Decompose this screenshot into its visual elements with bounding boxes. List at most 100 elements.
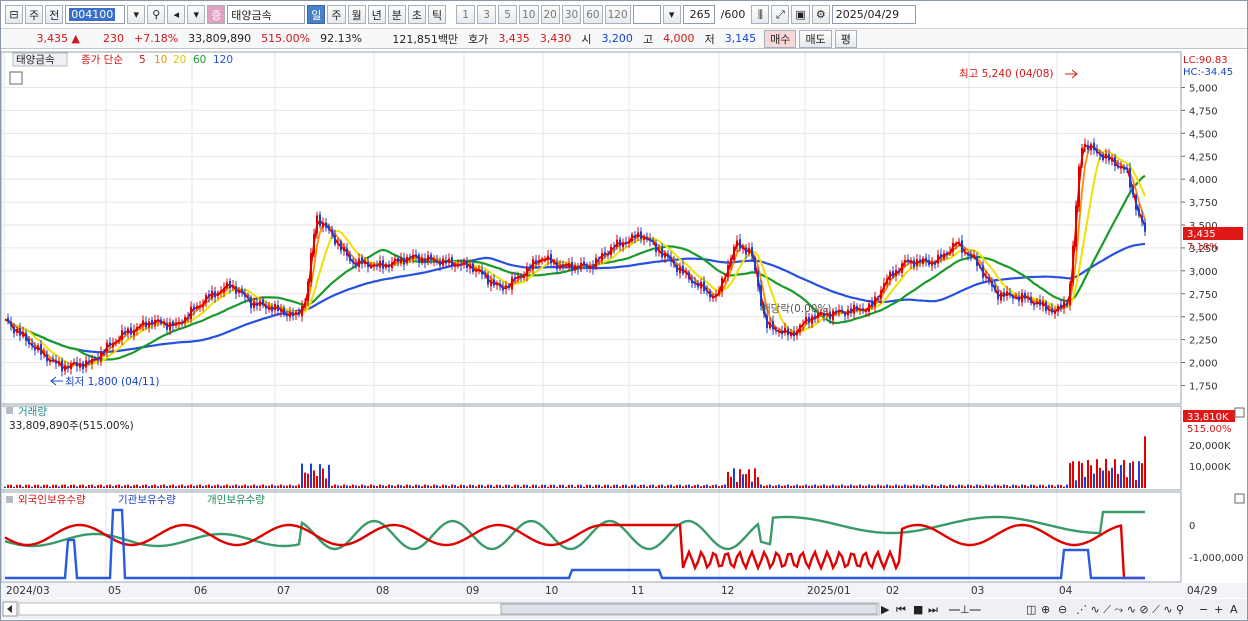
volume-bar bbox=[712, 485, 714, 488]
volume-close-icon[interactable] bbox=[1234, 407, 1245, 418]
zoom-fit-icon[interactable]: ◫ bbox=[1026, 603, 1036, 616]
candle-body bbox=[628, 240, 630, 243]
candle-body bbox=[1024, 292, 1026, 299]
candle-body bbox=[667, 254, 669, 258]
volume-bar bbox=[400, 485, 402, 488]
mode-select[interactable]: 주 bbox=[25, 5, 44, 24]
period-second-tab[interactable]: 초 bbox=[407, 5, 426, 24]
candle-body bbox=[106, 342, 108, 352]
candle-body bbox=[163, 322, 165, 324]
volume-bar bbox=[700, 486, 702, 488]
candle-body bbox=[679, 266, 681, 274]
stock-chart[interactable]: 5,0004,7504,5004,2504,0003,7503,5003,250… bbox=[1, 50, 1247, 620]
interval-custom-input[interactable] bbox=[632, 5, 661, 24]
candle-body bbox=[478, 269, 480, 272]
volume-bar bbox=[994, 484, 996, 488]
candle-body bbox=[157, 320, 159, 322]
plus-icon[interactable]: + bbox=[1214, 603, 1223, 616]
scroll-thumb[interactable] bbox=[500, 603, 878, 615]
interval-60[interactable]: 60 bbox=[583, 5, 603, 24]
interval-dropdown-icon[interactable]: ▾ bbox=[662, 5, 681, 24]
candle-body bbox=[439, 260, 441, 266]
candle-body bbox=[460, 263, 462, 266]
candle-body bbox=[307, 281, 309, 302]
settings-gear-icon[interactable]: ⚙ bbox=[811, 5, 830, 24]
stop-icon[interactable]: ■ bbox=[913, 603, 923, 616]
search-icon[interactable]: ⚲ bbox=[147, 5, 166, 24]
candle-body bbox=[505, 285, 507, 290]
code-dropdown-icon[interactable]: ▾ bbox=[127, 5, 146, 24]
interval-10[interactable]: 10 bbox=[519, 5, 539, 24]
period-tick-tab[interactable]: 틱 bbox=[428, 5, 447, 24]
count-input[interactable]: 265 bbox=[682, 5, 715, 24]
volume-bar bbox=[379, 484, 381, 488]
rewind-icon[interactable]: ⏮ bbox=[896, 603, 906, 616]
candle-body bbox=[991, 280, 993, 287]
interval-120[interactable]: 120 bbox=[604, 5, 631, 24]
volume-bar bbox=[895, 484, 897, 488]
volume-bar bbox=[274, 485, 276, 488]
volume-bar bbox=[85, 486, 87, 488]
volume-bar bbox=[265, 485, 267, 488]
zoom-out-icon[interactable]: ⊖ bbox=[1058, 603, 1067, 616]
interval-3[interactable]: 3 bbox=[477, 5, 497, 24]
candle-body bbox=[949, 251, 951, 253]
volume-ytick-10000k: 10,000K bbox=[1189, 462, 1231, 473]
currency-select[interactable]: 전 bbox=[45, 5, 64, 24]
draw-tools-icon[interactable]: ⋰ ∿ ⟋ ⤳ ∿ ⊘ ⟋ ∿ ⚲ bbox=[1076, 603, 1184, 616]
volume-bar bbox=[637, 486, 639, 488]
draw-tool-icon[interactable]: ⤢ bbox=[771, 5, 790, 24]
speaker-dropdown-icon[interactable]: ▾ bbox=[187, 5, 206, 24]
forward-icon[interactable]: ⏭ bbox=[928, 603, 938, 616]
x-tick-label: 08 bbox=[376, 585, 389, 597]
stock-code-input[interactable]: 004100 bbox=[65, 5, 126, 24]
period-day-tab[interactable]: 일 bbox=[307, 5, 326, 24]
candle-body bbox=[436, 260, 438, 263]
zoom-slider-icon[interactable]: ⎯⎯⊥⎯⎯ bbox=[949, 603, 981, 616]
candle-body bbox=[1021, 292, 1023, 303]
holding-close-icon[interactable] bbox=[1234, 493, 1245, 504]
scroll-right-icon[interactable]: ▶ bbox=[881, 603, 890, 616]
candle-body bbox=[214, 291, 216, 298]
period-month-tab[interactable]: 월 bbox=[347, 5, 366, 24]
interval-30[interactable]: 30 bbox=[561, 5, 582, 24]
zoom-in-icon[interactable]: ⊕ bbox=[1041, 603, 1050, 616]
candle-body bbox=[55, 360, 57, 364]
candle-body bbox=[589, 265, 591, 269]
volume-bar bbox=[538, 486, 540, 488]
table-view-icon[interactable] bbox=[9, 71, 23, 85]
stock-name-field[interactable]: 태양금속 bbox=[227, 5, 306, 24]
interval-5[interactable]: 5 bbox=[498, 5, 518, 24]
period-week-tab[interactable]: 주 bbox=[327, 5, 346, 24]
minus-icon[interactable]: − bbox=[1199, 603, 1208, 616]
buy-button[interactable]: 매수 bbox=[764, 29, 797, 48]
candle-body bbox=[610, 246, 612, 256]
candle-body bbox=[190, 306, 192, 320]
candle-body bbox=[370, 266, 372, 268]
volume-bar bbox=[316, 475, 318, 488]
candle-body bbox=[109, 342, 111, 347]
speaker-icon[interactable]: ◂ bbox=[167, 5, 186, 24]
window-menu-icon[interactable]: ⊟ bbox=[5, 5, 23, 24]
candle-body bbox=[775, 329, 777, 332]
sell-button[interactable]: 매도 bbox=[799, 29, 832, 48]
candle-type-icon[interactable]: ⫼ bbox=[751, 5, 770, 24]
period-minute-tab[interactable]: 분 bbox=[387, 5, 406, 24]
volume-bar bbox=[721, 485, 723, 488]
candle-body bbox=[1123, 166, 1125, 170]
volume-bar bbox=[10, 484, 12, 488]
candle-body bbox=[526, 267, 528, 276]
candle-body bbox=[703, 281, 705, 292]
stock-name-label: 태양금속 bbox=[16, 54, 55, 66]
save-icon[interactable]: ▣ bbox=[791, 5, 810, 24]
volume-bar bbox=[439, 486, 441, 488]
font-size-icon[interactable]: A bbox=[1230, 603, 1238, 616]
interval-1[interactable]: 1 bbox=[456, 5, 476, 24]
candle-body bbox=[16, 329, 18, 333]
interval-20[interactable]: 20 bbox=[540, 5, 560, 24]
candle-body bbox=[253, 301, 255, 308]
date-input[interactable]: 2025/04/29 bbox=[831, 5, 916, 24]
volume-bar bbox=[205, 485, 207, 488]
period-year-tab[interactable]: 년 bbox=[367, 5, 386, 24]
flat-button[interactable]: 평 bbox=[834, 29, 857, 48]
